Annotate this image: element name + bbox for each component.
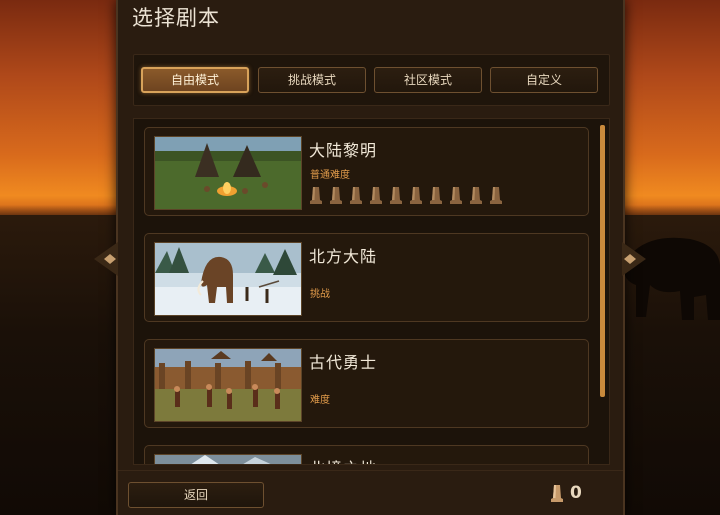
difficulty-token-icon — [370, 187, 382, 204]
difficulty-token-icon — [330, 187, 342, 204]
tab-community-mode[interactable]: 社区模式 — [374, 67, 482, 93]
mode-tab-strip: 自由模式 挑战模式 社区模式 自定义 — [133, 54, 610, 106]
tab-challenge-mode[interactable]: 挑战模式 — [258, 67, 366, 93]
scenario-name: 大陆黎明 — [309, 141, 378, 160]
tab-custom[interactable]: 自定义 — [490, 67, 598, 93]
difficulty-token-icon — [430, 187, 442, 204]
scenario-card-dawn[interactable]: 大陆黎明 普通难度 — [144, 127, 589, 216]
token-count: 0 — [570, 483, 582, 503]
camp-tents-icon — [154, 136, 302, 210]
scenario-difficulty: 挑战 — [310, 289, 330, 300]
token-counter: 0 — [550, 483, 582, 503]
difficulty-token-row — [309, 185, 503, 207]
difficulty-token-icon — [450, 187, 462, 204]
footer-divider — [118, 470, 623, 471]
prev-page-arrow-icon[interactable] — [92, 242, 118, 276]
difficulty-token-icon — [551, 485, 563, 502]
next-page-arrow-icon[interactable] — [622, 242, 648, 276]
scenario-card-north[interactable]: 北方大陆 挑战 — [144, 233, 589, 322]
tab-free-mode[interactable]: 自由模式 — [141, 67, 249, 93]
difficulty-token-icon — [350, 187, 362, 204]
back-button[interactable]: 返回 — [128, 482, 264, 508]
scenario-difficulty: 难度 — [310, 395, 330, 406]
snowy-mountain-icon — [154, 454, 302, 464]
scenario-name: 古代勇士 — [309, 353, 378, 372]
scenario-card-northland[interactable]: 北境之地 — [144, 445, 589, 464]
list-scrollbar[interactable] — [600, 125, 605, 397]
difficulty-token-icon — [490, 187, 502, 204]
page-title: 选择剧本 — [132, 6, 220, 30]
scenario-name: 北境之地 — [309, 455, 377, 464]
palisade-village-icon — [154, 348, 302, 422]
difficulty-token-icon — [310, 187, 322, 204]
mammoth-snow-icon — [154, 242, 302, 316]
difficulty-token-icon — [470, 187, 482, 204]
difficulty-token-icon — [410, 187, 422, 204]
scenario-card-warriors[interactable]: 古代勇士 难度 — [144, 339, 589, 428]
scenario-name: 北方大陆 — [309, 247, 378, 266]
scenario-difficulty: 普通难度 — [310, 170, 350, 181]
difficulty-token-icon — [390, 187, 402, 204]
scenario-list[interactable]: 大陆黎明 普通难度 北方大陆 挑战 古代勇士 难度 — [133, 118, 610, 465]
scenario-select-panel: 选择剧本 自由模式 挑战模式 社区模式 自定义 大陆黎明 普通难度 北方大陆 挑… — [116, 0, 625, 515]
